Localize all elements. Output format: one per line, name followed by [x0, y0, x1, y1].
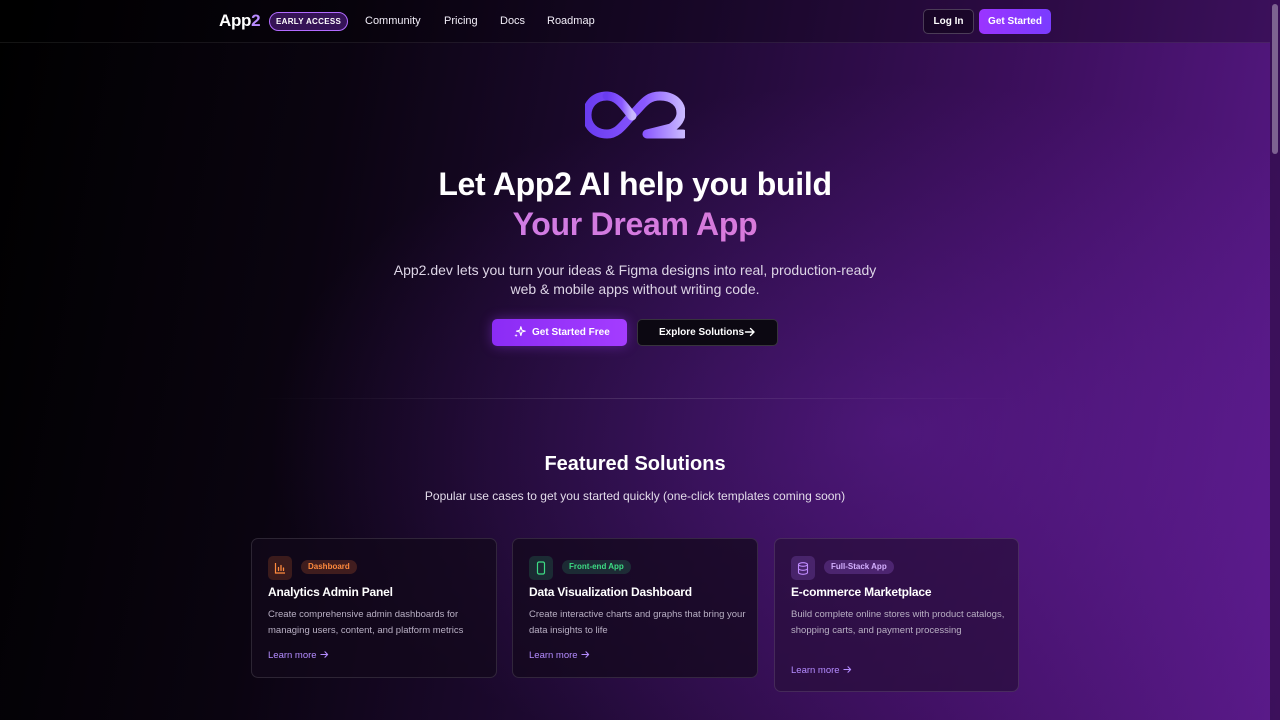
database-icon [791, 556, 815, 580]
arrow-right-icon [842, 665, 852, 677]
get-started-free-label: Get Started Free [532, 327, 610, 338]
explore-solutions-label: Explore Solutions [659, 327, 745, 338]
card-title: Data Visualization Dashboard [529, 585, 692, 599]
card-tag: Full-Stack App [824, 560, 894, 574]
bar-chart-icon [268, 556, 292, 580]
hero-title-highlight: Your Dream App [0, 206, 1270, 243]
mobile-phone-icon [529, 556, 553, 580]
sparkles-icon [514, 326, 526, 338]
card-description: Create interactive charts and graphs tha… [529, 609, 746, 636]
get-started-button[interactable]: Get Started [979, 9, 1051, 34]
nav-link-pricing[interactable]: Pricing [444, 15, 478, 27]
solution-card-data-visualization[interactable]: Front-end App Data Visualization Dashboa… [512, 538, 758, 678]
nav-link-docs[interactable]: Docs [500, 15, 525, 27]
hero-subtitle-line-1: App2.dev lets you turn your ideas & Figm… [393, 262, 877, 278]
app2-logo-icon [585, 91, 685, 139]
nav-link-community[interactable]: Community [365, 15, 421, 27]
arrow-right-icon [580, 650, 590, 662]
brand-logo[interactable]: App2 [219, 11, 261, 31]
card-title: Analytics Admin Panel [268, 585, 393, 599]
get-started-free-button[interactable]: Get Started Free [492, 319, 627, 346]
card-description: Build complete online stores with produc… [791, 609, 1005, 636]
hero-subtitle-line-2: web & mobile apps without writing code. [510, 281, 760, 297]
card-description: Create comprehensive admin dashboards fo… [268, 609, 464, 636]
learn-more-link[interactable]: Learn more [268, 650, 329, 662]
scrollbar-thumb[interactable] [1272, 4, 1278, 154]
explore-solutions-button[interactable]: Explore Solutions [637, 319, 778, 346]
arrow-right-icon [319, 650, 329, 662]
top-navbar: App2 EARLY ACCESS Community Pricing Docs… [0, 0, 1270, 43]
nav-link-roadmap[interactable]: Roadmap [547, 15, 595, 27]
hero-title: Let App2 AI help you build [438, 166, 832, 202]
card-title: E-commerce Marketplace [791, 585, 932, 599]
card-tag: Dashboard [301, 560, 357, 574]
featured-solutions-title: Featured Solutions [544, 453, 726, 475]
learn-more-link[interactable]: Learn more [529, 650, 590, 662]
solution-card-ecommerce[interactable]: Full-Stack App E-commerce Marketplace Bu… [774, 538, 1019, 692]
early-access-badge: EARLY ACCESS [269, 12, 349, 31]
learn-more-link[interactable]: Learn more [791, 665, 852, 677]
featured-solutions-subtitle: Popular use cases to get you started qui… [424, 489, 846, 503]
section-divider [250, 398, 1020, 399]
solution-card-analytics[interactable]: Dashboard Analytics Admin Panel Create c… [251, 538, 497, 678]
page-scrollbar[interactable] [1270, 0, 1280, 720]
card-tag: Front-end App [562, 560, 631, 574]
arrow-right-icon [744, 327, 755, 337]
login-button[interactable]: Log In [923, 9, 974, 34]
